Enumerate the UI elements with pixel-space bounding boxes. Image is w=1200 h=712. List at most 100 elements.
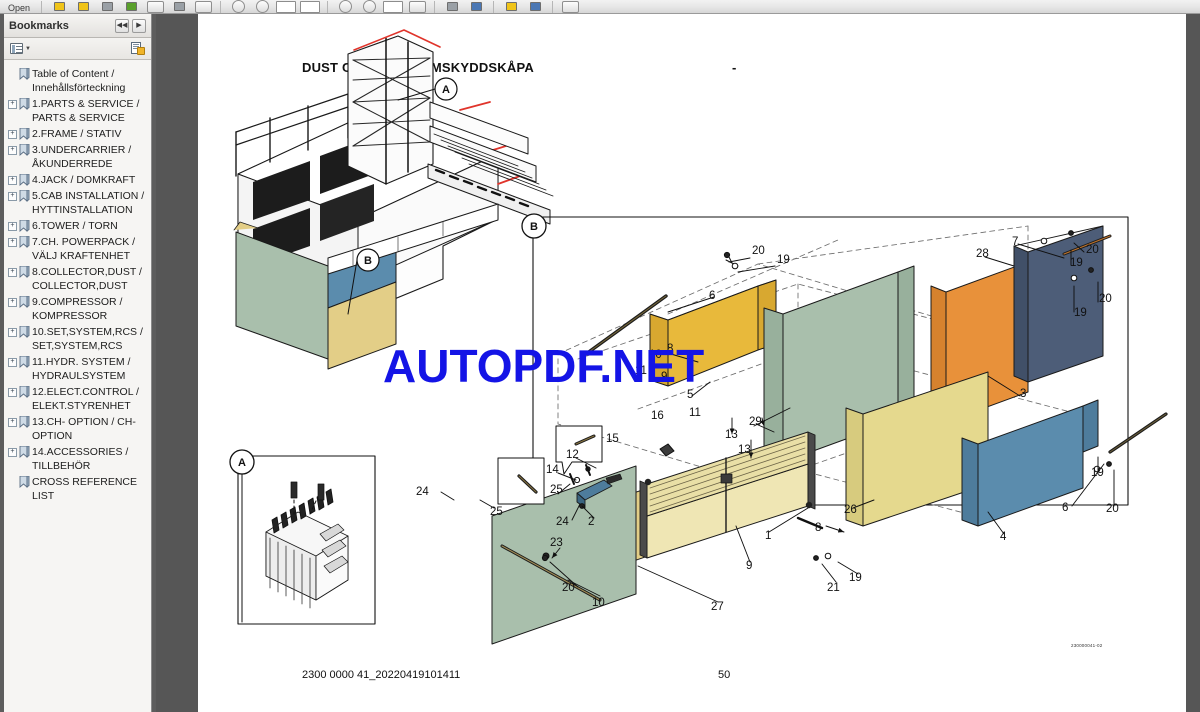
bookmarks-toolbar: ▼ bbox=[4, 38, 151, 60]
svg-text:23: 23 bbox=[550, 537, 563, 549]
previous-page-icon[interactable] bbox=[228, 0, 248, 13]
bookmark-item[interactable]: +14.ACCESSORIES / TILLBEHÖR bbox=[8, 444, 149, 474]
svg-text:14: 14 bbox=[546, 464, 559, 476]
expand-bookmark-icon[interactable]: + bbox=[8, 238, 17, 247]
list-options-icon[interactable] bbox=[10, 43, 23, 54]
expand-bookmark-icon[interactable]: + bbox=[8, 358, 17, 367]
bookmark-ribbon-icon bbox=[19, 220, 30, 232]
svg-text:20: 20 bbox=[752, 245, 765, 257]
bookmark-label: 1.PARTS & SERVICE / PARTS & SERVICE bbox=[32, 98, 140, 124]
expand-bookmark-icon[interactable]: + bbox=[8, 298, 17, 307]
expand-panel-button[interactable]: ▶ bbox=[132, 18, 146, 33]
svg-text:19: 19 bbox=[1074, 307, 1087, 319]
toolbar-separator bbox=[41, 1, 43, 13]
bookmark-label: 8.COLLECTOR,DUST / COLLECTOR,DUST bbox=[32, 266, 142, 292]
bookmark-label: 6.TOWER / TORN bbox=[32, 220, 118, 232]
expand-bookmark-icon[interactable]: + bbox=[8, 268, 17, 277]
bookmark-item[interactable]: +13.CH- OPTION / CH- OPTION bbox=[8, 414, 149, 444]
toolbar-separator bbox=[327, 1, 329, 13]
page-icon[interactable] bbox=[145, 0, 165, 13]
bookmark-label: 2.FRAME / STATIV bbox=[32, 128, 122, 140]
expand-bookmark-icon[interactable]: + bbox=[8, 388, 17, 397]
svg-text:20: 20 bbox=[1106, 503, 1119, 515]
bookmark-item[interactable]: +8.COLLECTOR,DUST / COLLECTOR,DUST bbox=[8, 264, 149, 294]
detail-box-a: A bbox=[229, 449, 376, 625]
bookmark-item[interactable]: +11.HYDR. SYSTEM / HYDRAULSYSTEM bbox=[8, 354, 149, 384]
svg-text:20: 20 bbox=[562, 582, 575, 594]
bookmark-item[interactable]: CROSS REFERENCE LIST bbox=[8, 474, 149, 504]
print-icon[interactable] bbox=[169, 0, 189, 13]
bookmark-item[interactable]: Table of Content / Innehållsförteckning bbox=[8, 66, 149, 96]
expand-bookmark-icon[interactable]: + bbox=[8, 130, 17, 139]
document-viewport[interactable]: DUST COVER / DAMMSKYDDSKÅPA - bbox=[156, 14, 1200, 712]
highlight-icon[interactable] bbox=[525, 0, 545, 13]
export-icon[interactable] bbox=[193, 0, 213, 13]
zoom-level-field[interactable] bbox=[383, 0, 404, 13]
svg-text:24: 24 bbox=[556, 516, 569, 528]
bookmark-item[interactable]: +1.PARTS & SERVICE / PARTS & SERVICE bbox=[8, 96, 149, 126]
svg-text:19: 19 bbox=[849, 572, 862, 584]
svg-text:B: B bbox=[364, 255, 372, 267]
toolbar-separator bbox=[552, 1, 554, 13]
bookmark-ribbon-icon bbox=[19, 144, 30, 156]
bookmark-label: 5.CAB INSTALLATION / HYTTINSTALLATION bbox=[32, 190, 145, 216]
bookmark-indent-spacer bbox=[8, 70, 17, 79]
bookmark-ribbon-icon bbox=[19, 356, 30, 368]
save-icon[interactable] bbox=[49, 0, 69, 13]
footer-page-number: 50 bbox=[718, 669, 731, 681]
copy-icon[interactable] bbox=[560, 0, 580, 13]
sign-icon[interactable] bbox=[97, 0, 117, 13]
collapse-panel-button[interactable]: ◀◀ bbox=[115, 18, 129, 33]
zoom-dropdown-icon[interactable] bbox=[407, 0, 427, 13]
bookmark-item[interactable]: +3.UNDERCARRIER / ÅKUNDERREDE bbox=[8, 142, 149, 172]
toolbar-separator bbox=[493, 1, 495, 13]
bookmark-ribbon-icon bbox=[19, 98, 30, 110]
export-bookmarks-icon[interactable] bbox=[131, 42, 145, 55]
bookmarks-list[interactable]: Table of Content / Innehållsförteckning +… bbox=[4, 60, 151, 712]
page-number-field[interactable] bbox=[276, 0, 297, 13]
comment-icon[interactable] bbox=[501, 0, 521, 13]
svg-text:21: 21 bbox=[827, 582, 840, 594]
bookmark-label: 7.CH. POWERPACK / VÄLJ KRAFTENHET bbox=[32, 236, 136, 262]
bookmark-label: 9.COMPRESSOR / KOMPRESSOR bbox=[32, 296, 123, 322]
bookmark-item[interactable]: +5.CAB INSTALLATION / HYTTINSTALLATION bbox=[8, 188, 149, 218]
fit-page-icon[interactable] bbox=[466, 0, 486, 13]
bookmark-item[interactable]: +10.SET,SYSTEM,RCS / SET,SYSTEM,RCS bbox=[8, 324, 149, 354]
bookmarks-title: Bookmarks bbox=[9, 19, 69, 32]
email-icon[interactable] bbox=[73, 0, 93, 13]
expand-bookmark-icon[interactable]: + bbox=[8, 418, 17, 427]
next-page-icon[interactable] bbox=[252, 0, 272, 13]
chevron-down-icon[interactable]: ▼ bbox=[25, 46, 31, 52]
expand-bookmark-icon[interactable]: + bbox=[8, 448, 17, 457]
zoom-out-icon[interactable] bbox=[335, 0, 355, 13]
toolbar-separator bbox=[434, 1, 436, 13]
bookmark-label: 3.UNDERCARRIER / ÅKUNDERREDE bbox=[32, 144, 132, 170]
bookmark-label: 13.CH- OPTION / CH- OPTION bbox=[32, 416, 136, 442]
bookmark-item[interactable]: +12.ELECT.CONTROL / ELEKT.STYRENHET bbox=[8, 384, 149, 414]
bookmark-item[interactable]: +6.TOWER / TORN bbox=[8, 218, 149, 234]
expand-bookmark-icon[interactable]: + bbox=[8, 192, 17, 201]
bookmark-item[interactable]: +9.COMPRESSOR / KOMPRESSOR bbox=[8, 294, 149, 324]
bookmark-item[interactable]: +7.CH. POWERPACK / VÄLJ KRAFTENHET bbox=[8, 234, 149, 264]
download-icon[interactable] bbox=[121, 0, 141, 13]
bookmark-item[interactable]: +4.JACK / DOMKRAFT bbox=[8, 172, 149, 188]
svg-text:8: 8 bbox=[815, 522, 821, 534]
expand-bookmark-icon[interactable]: + bbox=[8, 328, 17, 337]
open-button[interactable]: Open bbox=[4, 3, 34, 13]
bookmark-label: 14.ACCESSORIES / TILLBEHÖR bbox=[32, 446, 129, 472]
bookmark-label: 11.HYDR. SYSTEM / HYDRAULSYSTEM bbox=[32, 356, 131, 382]
detail-marker-b-box: B bbox=[521, 213, 547, 239]
svg-text:26: 26 bbox=[844, 504, 857, 516]
bookmark-item[interactable]: +2.FRAME / STATIV bbox=[8, 126, 149, 142]
zoom-in-icon[interactable] bbox=[359, 0, 379, 13]
expand-bookmark-icon[interactable]: + bbox=[8, 222, 17, 231]
svg-text:8: 8 bbox=[667, 343, 673, 355]
svg-text:15: 15 bbox=[606, 433, 619, 445]
fit-width-icon[interactable] bbox=[442, 0, 462, 13]
expand-bookmark-icon[interactable]: + bbox=[8, 146, 17, 155]
bookmark-ribbon-icon bbox=[19, 236, 30, 248]
expand-bookmark-icon[interactable]: + bbox=[8, 100, 17, 109]
expand-bookmark-icon[interactable]: + bbox=[8, 176, 17, 185]
bookmark-label: Table of Content / Innehållsförteckning bbox=[32, 68, 126, 94]
bookmark-ribbon-icon bbox=[19, 296, 30, 308]
